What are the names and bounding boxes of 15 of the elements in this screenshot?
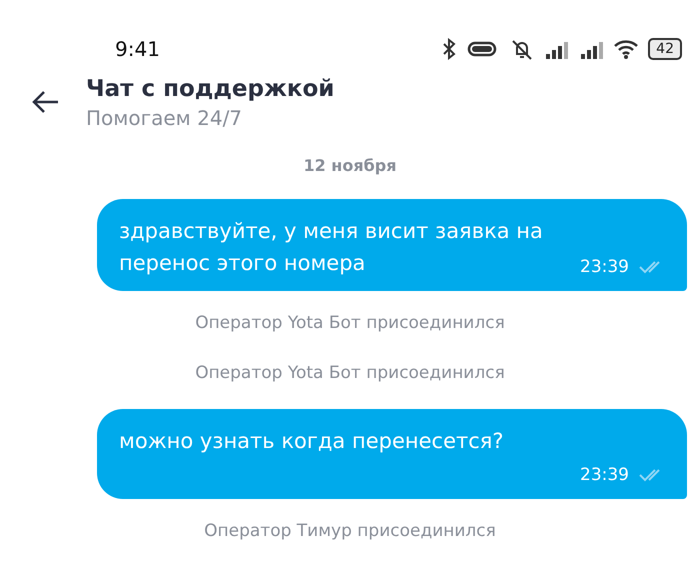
message-time: 23:39 [580, 257, 629, 277]
system-message: Оператор Тимур присоединился [204, 521, 496, 541]
chat-title: Чат с поддержкой [86, 76, 334, 102]
chat-subtitle: Помогаем 24/7 [86, 106, 244, 130]
system-message: Оператор Yota Бот присоединился [195, 363, 505, 383]
status-time: 9:41 [115, 37, 160, 61]
system-message: Оператор Yota Бот присоединился [195, 313, 505, 333]
message-time: 23:39 [580, 465, 629, 485]
message-text: можно узнать когда перенесется? [119, 428, 505, 455]
battery-level: 42 [648, 38, 682, 60]
bell-muted-icon [510, 38, 534, 60]
wifi-icon [613, 38, 640, 60]
message-text: здравствуйте, у меня висит заявка на перенос этого номера [119, 218, 544, 277]
back-button[interactable] [30, 90, 60, 114]
date-divider: 12 ноября [303, 156, 397, 175]
